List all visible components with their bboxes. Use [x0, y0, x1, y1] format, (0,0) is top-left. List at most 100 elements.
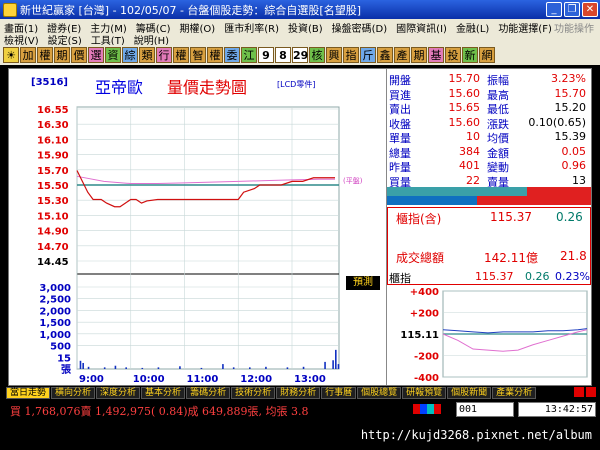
- index-change: 0.26: [556, 210, 583, 224]
- menu-item[interactable]: 期權(O): [180, 20, 216, 35]
- volume-tick-label: 500: [50, 342, 71, 353]
- volume-bar: [265, 366, 267, 369]
- volume-bar: [335, 349, 337, 369]
- tab-scroll-arrows: [574, 387, 596, 397]
- average-price-line: [76, 175, 335, 185]
- predict-tab[interactable]: 預測: [346, 276, 380, 290]
- toolbar-button[interactable]: 9: [258, 47, 274, 63]
- volume-bar: [332, 360, 334, 369]
- toolbar-button[interactable]: ☀: [3, 47, 19, 63]
- chart-subtitle: [LCD零件]: [277, 80, 316, 89]
- toolbar-button[interactable]: 產: [394, 47, 410, 63]
- toolbar-button[interactable]: 行: [156, 47, 172, 63]
- quote-value: 22: [466, 173, 480, 187]
- menu-item[interactable]: 金融(L): [456, 20, 489, 35]
- close-button[interactable]: ✕: [582, 2, 598, 17]
- menu-item[interactable]: 投資(B): [288, 20, 323, 35]
- price-tick-label: 15.10: [37, 211, 69, 222]
- quote-row: 總量 384 金額 0.05: [387, 145, 592, 160]
- time-tick-label: 10:00: [133, 374, 165, 385]
- quote-row: 賣出 15.65 最低 15.20: [387, 101, 592, 116]
- toolbar-button[interactable]: 網: [479, 47, 495, 63]
- quote-value: 15.70: [554, 86, 587, 100]
- toolbar-button[interactable]: 核: [309, 47, 325, 63]
- price-tick-label: 14.70: [37, 242, 69, 253]
- volume-bar: [125, 367, 127, 369]
- window-title: 新世紀贏家 [台灣] - 102/05/07 - 台盤個股走勢：綜合自選股[名望…: [20, 3, 361, 17]
- toolbar-button[interactable]: 委: [224, 47, 240, 63]
- toolbar-button[interactable]: 選: [88, 47, 104, 63]
- volume-tick-label: 1,000: [39, 330, 71, 341]
- volume-bar: [249, 367, 251, 369]
- bottom-tab[interactable]: 横向分析: [51, 387, 96, 399]
- stock-code-input[interactable]: 001: [456, 402, 514, 417]
- toolbar: ☀ 加權期價選資綜類行權智權委江 9 8 29 核興指斤鑫產期基投新網: [0, 45, 600, 65]
- tab-scroll-left-icon[interactable]: [574, 387, 584, 397]
- toolbar-button[interactable]: 斤: [360, 47, 376, 63]
- toolbar-button[interactable]: 期: [54, 47, 70, 63]
- toolbar-button[interactable]: 權: [37, 47, 53, 63]
- bottom-tab[interactable]: 個股總覽: [357, 387, 402, 399]
- tab-scroll-right-icon[interactable]: [586, 387, 596, 397]
- status-box-cyan: [427, 404, 434, 414]
- menu-item[interactable]: 匯市利率(R): [224, 20, 279, 35]
- toolbar-button[interactable]: 加: [20, 47, 36, 63]
- toolbar-button[interactable]: 8: [275, 47, 291, 63]
- toolbar-button[interactable]: 權: [207, 47, 223, 63]
- toolbar-button[interactable]: 投: [445, 47, 461, 63]
- plot-frame: [76, 106, 340, 370]
- toolbar-button[interactable]: 鑫: [377, 47, 393, 63]
- price-tick-label: 15.70: [37, 166, 69, 177]
- toolbar-button[interactable]: 價: [71, 47, 87, 63]
- toolbar-button[interactable]: 指: [343, 47, 359, 63]
- mini-index-header: 櫃指 115.37 0.26 0.23%: [387, 269, 591, 285]
- toolbar-button[interactable]: 智: [190, 47, 206, 63]
- toolbar-button[interactable]: 資: [105, 47, 121, 63]
- bottom-tab[interactable]: 行事曆: [321, 387, 357, 399]
- volume-bar: [222, 364, 224, 369]
- price-tick-label: 16.30: [37, 120, 69, 131]
- toolbar-button[interactable]: 類: [139, 47, 155, 63]
- status-box-blue: [420, 404, 427, 414]
- time-tick-label: 11:00: [187, 374, 219, 385]
- status-box-red-2: [434, 404, 441, 414]
- trade-summary: 買 1,768,076賣 1,492,975( 0.84)成 649,889張,…: [10, 405, 309, 418]
- minimize-button[interactable]: _: [546, 2, 562, 17]
- toolbar-button[interactable]: 基: [428, 47, 444, 63]
- toolbar-button[interactable]: 權: [173, 47, 189, 63]
- bottom-tab[interactable]: 研報預覽: [402, 387, 447, 399]
- window-controls: _ ❐ ✕: [546, 2, 598, 17]
- bottom-tab[interactable]: 深度分析: [96, 387, 141, 399]
- menu-bar: 畫面(1) 證券(E) 主力(M) 籌碼(C) 期權(O) 匯市利率(R) 投資(B) 操盤密…: [0, 19, 600, 47]
- watermark-url: http://kujd3268.pixnet.net/album: [360, 428, 592, 442]
- chart-panel: 16.55 16.30 16.10 15.90 15.70 15.50 15.30 15.10…: [9, 69, 385, 385]
- volume-bar: [103, 367, 106, 369]
- bottom-tab[interactable]: 個股新聞: [447, 387, 492, 399]
- bottom-tab[interactable]: 技術分析: [231, 387, 276, 399]
- menu-item[interactable]: 功能選擇(F): [498, 20, 552, 35]
- toolbar-button[interactable]: 新: [462, 47, 478, 63]
- bottom-tab[interactable]: 產業分析: [492, 387, 537, 399]
- menu-item[interactable]: 操盤密碼(D): [332, 20, 388, 35]
- mini-pct: 0.23%: [555, 270, 590, 283]
- bottom-tab[interactable]: 財務分析: [276, 387, 321, 399]
- main-panel: 16.55 16.30 16.10 15.90 15.70 15.50 15.30 15.10…: [8, 68, 592, 386]
- bottom-tab[interactable]: 籌碼分析: [186, 387, 231, 399]
- toolbar-button[interactable]: 期: [411, 47, 427, 63]
- toolbar-button[interactable]: 綜: [122, 47, 138, 63]
- mini-label: 櫃指: [389, 272, 411, 285]
- volume-bar: [286, 367, 289, 369]
- bottom-tab[interactable]: 當日走勢: [6, 387, 51, 399]
- quote-value: 0.96: [561, 159, 587, 172]
- menu-item[interactable]: 國際資訊(I): [396, 20, 447, 35]
- status-box-red: [413, 404, 420, 414]
- volume-bar: [79, 360, 82, 369]
- toolbar-button[interactable]: 29: [292, 47, 308, 63]
- price-tick-label: 14.45: [37, 257, 69, 268]
- toolbar-button[interactable]: 興: [326, 47, 342, 63]
- bottom-tab[interactable]: 基本分析: [141, 387, 186, 399]
- mini-tick-label: 115.11: [400, 330, 439, 341]
- restore-button[interactable]: ❐: [564, 2, 580, 17]
- toolbar-button[interactable]: 江: [241, 47, 257, 63]
- volume-bar: [337, 364, 340, 369]
